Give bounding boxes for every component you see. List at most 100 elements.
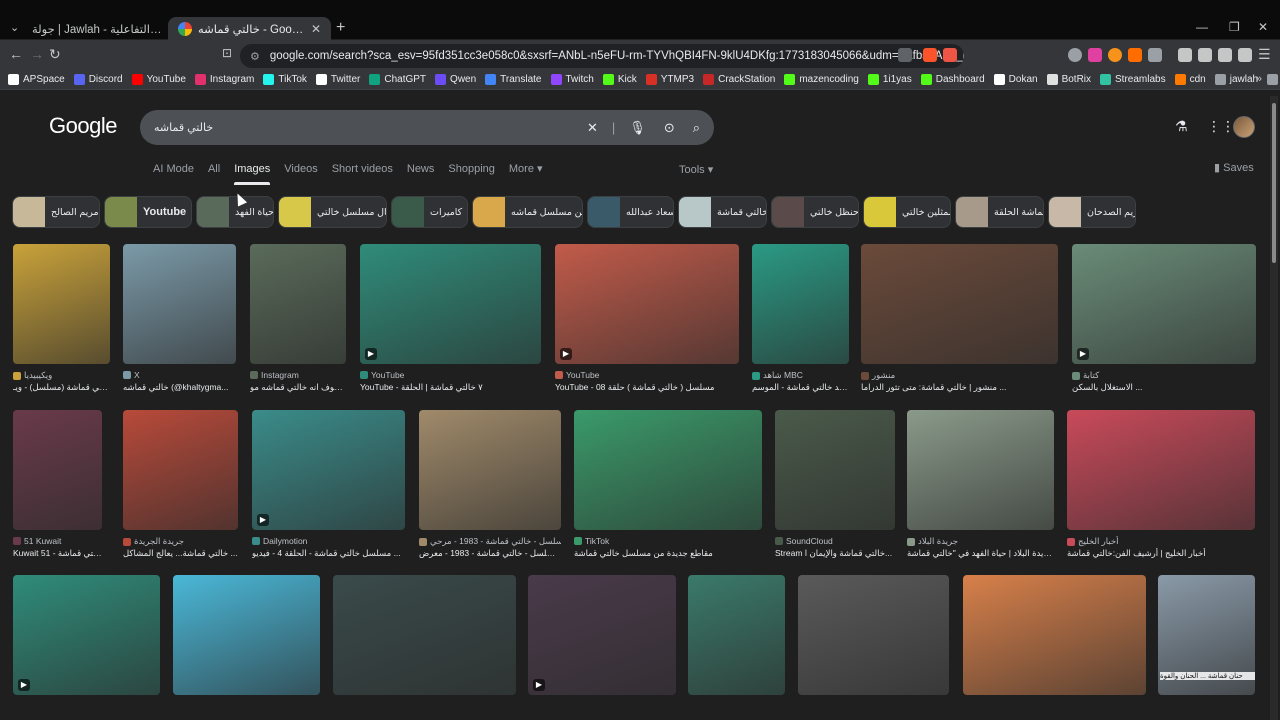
result-caption[interactable]: اشوف انه خالتي قماشه مو ... <box>250 382 346 393</box>
voice-search-icon[interactable]: 🎙 <box>629 120 646 136</box>
related-chip[interactable]: ممثلين مسلسل قماشه <box>472 196 583 228</box>
close-window-icon[interactable]: ✕ <box>1258 20 1268 34</box>
bookmark-item[interactable]: TikTok <box>263 74 307 85</box>
result-source[interactable]: جريدة الجريدة <box>123 536 238 547</box>
tab-shopping[interactable]: Shopping <box>448 163 495 185</box>
image-result[interactable] <box>419 410 561 530</box>
extension-icon[interactable] <box>1108 48 1122 62</box>
image-result[interactable] <box>250 244 346 364</box>
bookmark-item[interactable]: Dokan <box>993 74 1038 85</box>
bookmark-item[interactable]: Discord <box>73 74 123 85</box>
address-bar[interactable]: ⚙ google.com/search?sca_esv=95fd351cc3e0… <box>240 44 964 68</box>
related-chip[interactable]: مريم الصالح <box>12 196 100 228</box>
more-bookmarks-icon[interactable]: » <box>1256 73 1262 85</box>
back-icon[interactable]: ← <box>9 46 23 62</box>
bookmark-item[interactable]: YouTube <box>131 74 186 85</box>
bookmark-item[interactable]: Dashboard <box>920 74 985 85</box>
related-chip[interactable]: حنظل خالتي <box>771 196 859 228</box>
bookmark-item[interactable]: ChatGPT <box>369 74 426 85</box>
search-box[interactable]: خالتي قماشه ✕ | 🎙 ⊙ ⌕ <box>140 110 714 145</box>
bookmark-item[interactable]: Kick <box>602 74 637 85</box>
related-chip[interactable]: مريم الصدحان <box>1048 196 1136 228</box>
result-caption[interactable]: YouTube - 08 مسلسل ( خالتي قماشة ) حلقة <box>555 382 739 393</box>
image-result[interactable] <box>1067 410 1255 530</box>
wallet-icon[interactable] <box>1198 48 1212 62</box>
image-result[interactable] <box>907 410 1054 530</box>
tools-button[interactable]: Tools ▾ <box>679 163 713 176</box>
bookmark-item[interactable]: BotRix <box>1046 74 1091 85</box>
result-source[interactable]: SoundCloud <box>775 536 895 546</box>
image-result[interactable] <box>775 410 895 530</box>
related-chip[interactable]: ابطال مسلسل خالتي <box>278 196 387 228</box>
browser-tab-google-search[interactable]: خالتي قماشه - Google Search ✕ <box>168 17 331 41</box>
vpn-icon[interactable] <box>1238 48 1252 62</box>
result-source[interactable]: YouTube <box>360 370 541 380</box>
image-result[interactable] <box>963 575 1146 695</box>
extension-icon[interactable] <box>1088 48 1102 62</box>
result-caption[interactable]: مسلسل - خالتي قماشة - 1983 - معرض ... <box>419 548 561 559</box>
result-caption[interactable]: مسلسل خالتي قماشة - الحلقة 4 - فيديو ... <box>252 548 405 559</box>
result-caption[interactable]: خالتي قماشة (مسلسل) - ويـ... <box>13 382 110 393</box>
forward-icon[interactable]: → <box>30 46 44 62</box>
search-icon[interactable]: ⌕ <box>693 120 700 136</box>
saves-button[interactable]: ▮ Saves <box>1214 161 1254 174</box>
tab-ai-mode[interactable]: AI Mode <box>153 163 194 185</box>
image-result[interactable]: ▶ <box>555 244 739 364</box>
result-source[interactable]: Dailymotion <box>252 536 405 546</box>
result-caption[interactable]: أخبار الخليج | أرشيف الفن:خالتي قماشة <box>1067 548 1255 559</box>
image-result[interactable]: ▶ <box>252 410 405 530</box>
bookmark-star-icon[interactable]: ⊡ <box>222 46 232 60</box>
bookmark-item[interactable]: YTMP3 <box>645 74 694 85</box>
result-caption[interactable]: شاهد خالتي قماشة - الموسم... <box>752 382 849 393</box>
close-tab-icon[interactable]: ✕ <box>311 22 321 36</box>
image-result[interactable] <box>798 575 949 695</box>
image-result[interactable]: ▶ <box>360 244 541 364</box>
maximize-icon[interactable]: ❐ <box>1229 20 1240 34</box>
result-source[interactable]: جريدة البلاد <box>907 536 1054 547</box>
tab-news[interactable]: News <box>407 163 435 185</box>
result-source[interactable]: YouTube <box>555 370 739 380</box>
lens-search-icon[interactable]: ⊙ <box>664 120 675 136</box>
bookmark-item[interactable]: Instagram <box>194 74 254 85</box>
apps-grid-icon[interactable]: ⋮⋮ <box>1207 118 1235 135</box>
result-source[interactable]: كتابة <box>1072 370 1256 381</box>
tab-more[interactable]: More ▾ <box>509 163 543 185</box>
tab-all[interactable]: All <box>208 163 220 185</box>
extensions-puzzle-icon[interactable] <box>1148 48 1162 62</box>
result-caption[interactable]: خالتي قماشة... يعالج المشاكل ... <box>123 548 238 559</box>
result-source[interactable]: X <box>123 370 236 380</box>
bookmark-item[interactable]: cdn <box>1174 74 1206 85</box>
extension-icon[interactable] <box>1068 48 1082 62</box>
image-result[interactable] <box>688 575 785 695</box>
related-chip[interactable]: قماشة الحلقة <box>955 196 1044 228</box>
leo-ai-icon[interactable] <box>1218 48 1232 62</box>
labs-icon[interactable]: ⚗ <box>1175 118 1188 135</box>
image-result[interactable]: ▶ <box>1072 244 1256 364</box>
image-result[interactable] <box>574 410 762 530</box>
tab-search-icon[interactable]: ⌄ <box>10 21 19 34</box>
google-logo[interactable]: Google <box>49 113 117 139</box>
sidebar-icon[interactable] <box>1178 48 1192 62</box>
result-caption[interactable]: الاستغلال بالسكن ... <box>1072 382 1256 393</box>
result-source[interactable]: شاهد MBC <box>752 370 849 381</box>
result-source[interactable]: 51 Kuwait <box>13 536 102 546</box>
bookmark-item[interactable]: Twitter <box>315 74 360 85</box>
bookmark-item[interactable]: jawlah <box>1214 74 1258 85</box>
bookmark-item[interactable]: Streamlabs <box>1100 74 1166 85</box>
image-result[interactable] <box>173 575 320 695</box>
bookmark-item[interactable]: Qwen <box>435 74 476 85</box>
tab-short-videos[interactable]: Short videos <box>332 163 393 185</box>
avatar[interactable] <box>1233 116 1255 138</box>
image-result[interactable] <box>13 244 110 364</box>
reload-icon[interactable]: ↻ <box>49 46 61 63</box>
result-source[interactable]: منشور <box>861 370 1058 381</box>
bookmark-item[interactable]: APSpace <box>8 74 65 85</box>
result-source[interactable]: أخبار الخليج <box>1067 536 1255 547</box>
result-caption[interactable]: Stream خالتي قماشة والإيمان ا... <box>775 548 895 559</box>
site-info-icon[interactable]: ⚙ <box>250 50 260 63</box>
brave-shield-icon[interactable] <box>923 48 937 62</box>
image-result[interactable] <box>13 410 102 530</box>
related-chip[interactable]: كاميرات <box>391 196 468 228</box>
bookmark-item[interactable]: admin <box>1267 74 1280 85</box>
extension-icon[interactable] <box>1128 48 1142 62</box>
